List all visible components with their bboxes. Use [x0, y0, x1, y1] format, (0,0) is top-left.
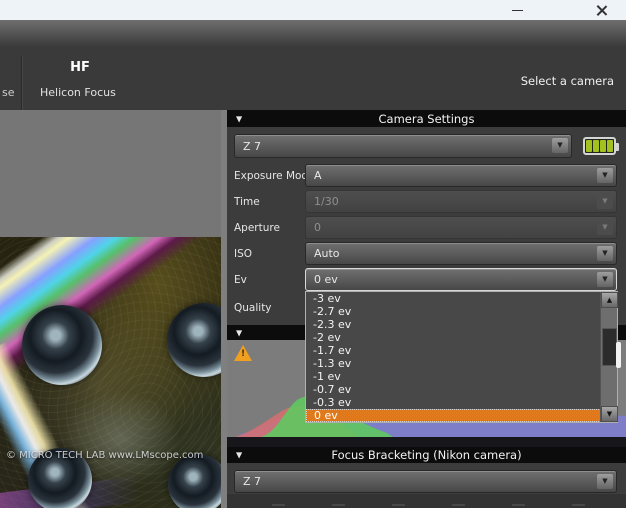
battery-segment — [600, 140, 606, 152]
chevron-down-icon[interactable]: ▼ — [597, 168, 613, 183]
close-button[interactable] — [580, 0, 622, 20]
camera-select-dropdown[interactable]: Z 7 ▼ — [234, 134, 572, 158]
app-name-label: Helicon Focus — [40, 86, 150, 99]
titlebar — [0, 0, 626, 20]
chevron-down-icon: ▼ — [597, 194, 613, 209]
panel-scrollbar-thumb[interactable] — [616, 342, 621, 368]
aperture-value: 0 — [314, 221, 321, 234]
ev-option[interactable]: -1.7 ev — [306, 344, 617, 357]
restore-icon — [555, 6, 564, 15]
iso-label: ISO — [234, 242, 252, 265]
scrollbar-thumb[interactable] — [602, 328, 617, 366]
battery-segment — [586, 140, 592, 152]
battery-nub — [616, 143, 619, 151]
focus-bracketing-header[interactable]: ▼ Focus Bracketing (Nikon camera) — [227, 447, 626, 463]
scroll-up-button[interactable]: ▲ — [601, 292, 618, 308]
aperture-label: Aperture — [234, 216, 280, 239]
ev-option[interactable]: -0.7 ev — [306, 383, 617, 396]
ev-option-selected[interactable]: 0 ev — [306, 409, 617, 422]
clipped-content — [272, 504, 285, 506]
watermark: © MICRO TECH LAB www.LMscope.com — [6, 450, 203, 461]
ev-option[interactable]: -3 ev — [306, 292, 617, 305]
exposure-mode-dropdown[interactable]: A ▼ — [305, 164, 617, 187]
toolbar-divider — [21, 56, 22, 110]
clipped-content — [572, 504, 585, 506]
toolbar: se HF Helicon Focus Select a camera — [0, 48, 626, 110]
liveview-image[interactable]: © MICRO TECH LAB www.LMscope.com — [0, 237, 221, 508]
clipped-content — [452, 504, 465, 506]
iso-dropdown[interactable]: Auto ▼ — [305, 242, 617, 265]
bubble — [22, 305, 102, 385]
iso-value: Auto — [314, 247, 340, 260]
focus-bracketing-title: Focus Bracketing (Nikon camera) — [227, 448, 626, 462]
ev-value: 0 ev — [314, 273, 338, 286]
bubble — [168, 454, 221, 508]
focus-bracketing-camera-value: Z 7 — [243, 475, 261, 488]
exposure-mode-value: A — [314, 169, 322, 182]
toolbar-partial-label[interactable]: se — [2, 86, 15, 99]
time-value: 1/30 — [314, 195, 339, 208]
collapse-icon[interactable]: ▼ — [236, 328, 242, 337]
aperture-dropdown: 0 ▼ — [305, 216, 617, 239]
exposure-mode-label: Exposure Mode — [234, 164, 315, 187]
close-icon — [596, 5, 607, 16]
section-gap — [227, 437, 626, 447]
clipped-content — [332, 504, 345, 506]
camera-select-value: Z 7 — [243, 140, 261, 153]
empty-preview-area — [0, 110, 221, 237]
restore-button[interactable] — [538, 0, 580, 20]
chevron-down-icon: ▼ — [597, 220, 613, 235]
app-logo[interactable]: HF — [40, 60, 120, 75]
menu-band — [0, 20, 626, 48]
app-window: se HF Helicon Focus Select a camera © MI… — [0, 0, 626, 508]
bottom-strip — [227, 493, 626, 508]
ev-label: Ev — [234, 268, 247, 291]
ev-option[interactable]: -0.3 ev — [306, 396, 617, 409]
quality-label: Quality — [234, 296, 272, 319]
scroll-down-button[interactable]: ▼ — [601, 406, 618, 422]
chevron-down-icon[interactable]: ▼ — [597, 474, 613, 489]
ev-option[interactable]: -2.7 ev — [306, 305, 617, 318]
camera-settings-header[interactable]: ▼ Camera Settings — [227, 110, 626, 127]
ev-option[interactable]: -1 ev — [306, 370, 617, 383]
minimize-button[interactable] — [496, 0, 538, 20]
battery-segment — [593, 140, 599, 152]
chevron-down-icon[interactable]: ▼ — [552, 138, 568, 153]
ev-option[interactable]: -1.3 ev — [306, 357, 617, 370]
ev-list-scrollbar[interactable]: ▲ ▼ — [600, 292, 617, 422]
settings-panel: ▼ Camera Settings Z 7 ▼ Exposure Mode A … — [227, 110, 626, 508]
chevron-down-icon[interactable]: ▼ — [597, 272, 613, 287]
clipped-content — [512, 504, 525, 506]
minimize-icon — [512, 10, 523, 11]
clipped-content — [392, 504, 405, 506]
ev-option[interactable]: -2 ev — [306, 331, 617, 344]
battery-segment — [607, 140, 613, 152]
chevron-down-icon[interactable]: ▼ — [597, 246, 613, 261]
select-camera-button[interactable]: Select a camera — [521, 74, 614, 88]
battery-indicator — [583, 137, 616, 155]
time-label: Time — [234, 190, 260, 213]
time-dropdown: 1/30 ▼ — [305, 190, 617, 213]
ev-dropdown[interactable]: 0 ev ▼ — [305, 268, 617, 291]
ev-option[interactable]: -2.3 ev — [306, 318, 617, 331]
focus-bracketing-camera-dropdown[interactable]: Z 7 ▼ — [234, 470, 617, 493]
ev-options-list: -3 ev -2.7 ev -2.3 ev -2 ev -1.7 ev -1.3… — [305, 291, 618, 423]
camera-settings-title: Camera Settings — [227, 112, 626, 126]
